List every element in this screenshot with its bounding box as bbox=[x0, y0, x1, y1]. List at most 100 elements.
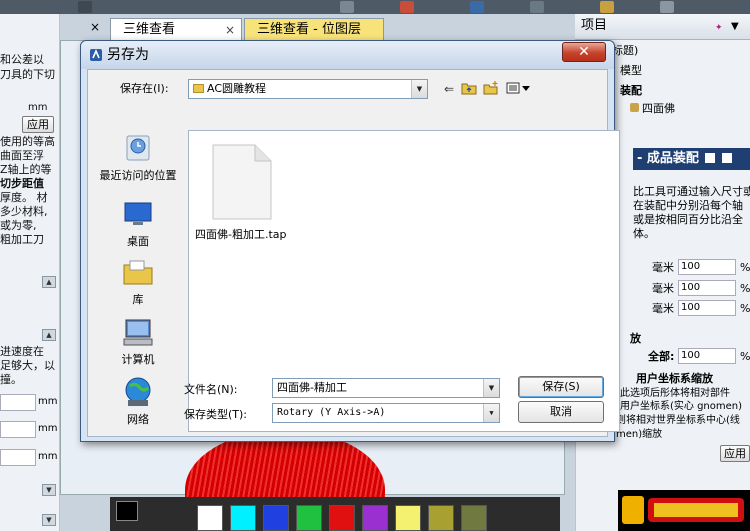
panel-text: 和公差以 bbox=[0, 53, 44, 66]
tab-3d-bitmap-layer[interactable]: 三维查看 - 位图层 bbox=[244, 18, 384, 40]
tab-close-icon[interactable]: × bbox=[90, 20, 100, 34]
all-scale-field[interactable]: 100 bbox=[678, 348, 736, 364]
color-swatch[interactable] bbox=[197, 505, 223, 531]
place-desktop[interactable]: 桌面 bbox=[98, 198, 178, 248]
filetype-label: 保存类型(T): bbox=[184, 408, 248, 421]
save-button[interactable]: 保存(S) bbox=[518, 376, 604, 398]
desktop-icon bbox=[124, 202, 152, 225]
left-tool-panel: 和公差以 刀具的下切 mm 应用 使用的等高 曲面至浮 Z轴上的等 切步距值 厚… bbox=[0, 14, 60, 531]
distance-field[interactable] bbox=[0, 421, 36, 438]
filename-value: 四面佛-精加工 bbox=[277, 381, 347, 394]
filetype-select[interactable]: Rotary (Y Axis->A) ▼ bbox=[272, 403, 500, 423]
file-item[interactable]: 四面佛-粗加工.tap bbox=[193, 143, 293, 243]
toolbar-icon[interactable] bbox=[470, 1, 484, 13]
color-swatch[interactable] bbox=[296, 505, 322, 531]
view-menu-icon[interactable] bbox=[506, 81, 532, 97]
panel-text: 撞。 bbox=[0, 373, 22, 386]
tab-close-icon[interactable]: × bbox=[225, 19, 235, 41]
unit-label: % bbox=[740, 350, 750, 363]
toolbar-icon[interactable] bbox=[400, 1, 414, 13]
menu-icon[interactable] bbox=[721, 153, 732, 163]
tree-item[interactable]: 标题) bbox=[612, 44, 638, 58]
place-computer[interactable]: 计算机 bbox=[98, 316, 178, 366]
project-panel-title: 项目 bbox=[581, 18, 608, 33]
scroll-up-icon[interactable]: ▲ bbox=[42, 329, 56, 341]
up-folder-icon[interactable] bbox=[460, 81, 478, 97]
distance-field[interactable] bbox=[0, 449, 36, 466]
panel-text: 刀具的下切 bbox=[0, 68, 55, 81]
panel-menu-icon[interactable]: ▼ bbox=[731, 20, 739, 34]
unit-label: mm bbox=[28, 102, 48, 113]
unit-label: mm bbox=[38, 396, 58, 407]
tree-item[interactable]: 模型 bbox=[620, 64, 642, 78]
tab-label: 三维查看 bbox=[123, 22, 176, 37]
panel-text: 或为零, bbox=[0, 219, 37, 232]
color-swatch[interactable] bbox=[428, 505, 454, 531]
minimize-icon[interactable] bbox=[705, 153, 716, 163]
close-button[interactable]: ✕ bbox=[562, 42, 606, 62]
panel-text: 多少材料, bbox=[0, 205, 48, 218]
place-label: 计算机 bbox=[121, 353, 155, 366]
tree-item[interactable]: 四面佛 bbox=[630, 102, 675, 116]
save-in-combo[interactable]: AC圆雕教程 ▼ bbox=[188, 79, 428, 99]
file-name: 四面佛-粗加工.tap bbox=[195, 228, 287, 241]
scale-y-field[interactable]: 100 bbox=[678, 280, 736, 296]
app-toolbar bbox=[0, 0, 750, 14]
dialog-title: 另存为 bbox=[107, 47, 149, 63]
color-swatch[interactable] bbox=[362, 505, 388, 531]
place-recent[interactable]: 最近访问的位置 bbox=[98, 132, 178, 182]
place-label: 最近访问的位置 bbox=[99, 169, 177, 182]
scale-z-field[interactable]: 100 bbox=[678, 300, 736, 316]
folder-icon bbox=[193, 84, 204, 93]
toolbar-icon[interactable] bbox=[530, 1, 544, 13]
panel-text: 进速度在 bbox=[0, 345, 44, 358]
chevron-down-icon[interactable]: ▼ bbox=[483, 379, 499, 397]
description-text: 则将相对世界坐标系中心(线 bbox=[616, 415, 740, 426]
primary-color-swatch[interactable] bbox=[116, 501, 138, 521]
scroll-up-icon[interactable]: ▲ bbox=[42, 276, 56, 288]
unit-label: mm bbox=[38, 451, 58, 462]
section-heading: 放 bbox=[630, 332, 641, 345]
color-swatch[interactable] bbox=[395, 505, 421, 531]
chevron-down-icon[interactable]: ▼ bbox=[483, 404, 499, 422]
back-icon[interactable]: ⇐ bbox=[440, 81, 458, 97]
panel-text: 曲面至浮 bbox=[0, 149, 44, 162]
description-text: 此选项后彤体将相对部件 bbox=[620, 388, 730, 399]
place-libraries[interactable]: 库 bbox=[98, 256, 178, 306]
toolbar-icon[interactable] bbox=[600, 1, 614, 13]
save-in-value: AC圆雕教程 bbox=[207, 82, 267, 95]
new-folder-icon[interactable] bbox=[482, 81, 500, 97]
toolbar-icon[interactable] bbox=[340, 1, 354, 13]
color-swatch[interactable] bbox=[461, 505, 487, 531]
filename-field[interactable]: 四面佛-精加工 ▼ bbox=[272, 378, 500, 398]
apply-button[interactable]: 应用 bbox=[22, 116, 54, 133]
scale-label: 毫米 bbox=[652, 261, 674, 274]
place-label: 桌面 bbox=[127, 235, 149, 248]
color-swatch[interactable] bbox=[263, 505, 289, 531]
panel-text: 足够大，以 bbox=[0, 359, 55, 372]
toolbar-icon[interactable] bbox=[78, 1, 92, 13]
scale-x-field[interactable]: 100 bbox=[678, 259, 736, 275]
color-swatch[interactable] bbox=[230, 505, 256, 531]
tree-item[interactable]: 装配 bbox=[620, 84, 642, 98]
dialog-body: 保存在(I): AC圆雕教程 ▼ ⇐ 最近访问的位置 桌面 库 计算机 网络 四… bbox=[87, 69, 620, 437]
place-network[interactable]: 网络 bbox=[98, 376, 178, 426]
apply-button[interactable]: 应用 bbox=[720, 445, 750, 462]
description-text: 在装配中分别沿每个轴 bbox=[633, 199, 743, 212]
color-swatch[interactable] bbox=[329, 505, 355, 531]
chevron-down-icon[interactable]: ▼ bbox=[411, 80, 427, 98]
computer-icon bbox=[123, 319, 153, 346]
panel-text: 粗加工刀 bbox=[0, 233, 44, 246]
pin-icon[interactable]: ✦ bbox=[715, 21, 723, 35]
cancel-button[interactable]: 取消 bbox=[518, 401, 604, 423]
recent-places-icon bbox=[126, 135, 150, 161]
description-text: 体。 bbox=[633, 227, 655, 240]
scroll-down-icon[interactable]: ▼ bbox=[42, 484, 56, 496]
toolbar-icon[interactable] bbox=[660, 1, 674, 13]
assembly-title: - 成品装配 bbox=[637, 151, 704, 166]
assembly-section-header: - 成品装配 bbox=[633, 148, 750, 170]
tab-3d-view[interactable]: 三维查看 × bbox=[110, 18, 242, 40]
description-text: 或是按相同百分比沿全 bbox=[633, 213, 743, 226]
distance-field[interactable] bbox=[0, 394, 36, 411]
scroll-down-icon[interactable]: ▼ bbox=[42, 514, 56, 526]
